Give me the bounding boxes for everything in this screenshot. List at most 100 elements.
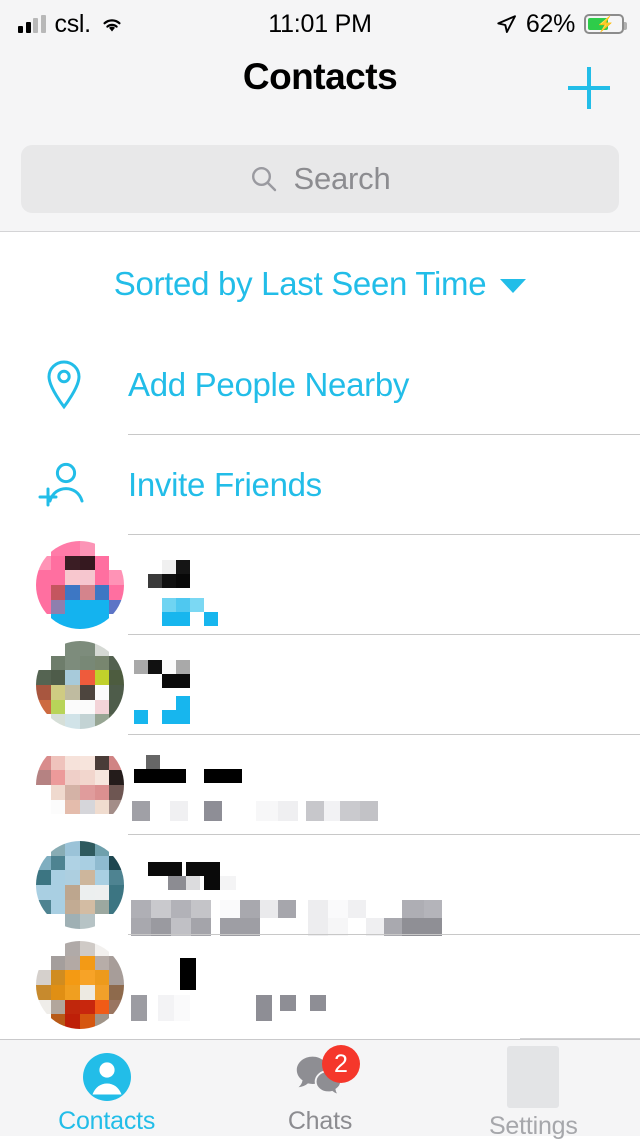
contact-name-redacted: [204, 876, 220, 890]
sort-label: Sorted by Last Seen Time: [113, 265, 487, 302]
page-title: Contacts: [242, 56, 398, 97]
contact-status-redacted: [278, 900, 296, 918]
contact-name-redacted: [204, 862, 220, 876]
chat-bubbles-icon: 2: [294, 1045, 360, 1103]
contact-status-redacted: [162, 612, 176, 626]
contact-status-redacted: [280, 995, 296, 1011]
settings-placeholder-icon: [507, 1046, 560, 1108]
contact-status-redacted: [176, 696, 190, 710]
contact-name-redacted: [162, 674, 176, 688]
contact-name-redacted: [148, 862, 182, 876]
contact-status-redacted: [308, 900, 328, 918]
contact-status-redacted: [176, 710, 190, 724]
avatar: [36, 841, 124, 929]
chats-unread-badge: 2: [321, 1045, 360, 1083]
add-contact-button[interactable]: [563, 62, 615, 114]
chevron-down-icon: [500, 279, 527, 293]
contact-status-redacted: [134, 710, 148, 724]
contact-status-redacted: [191, 900, 211, 918]
contact-name-redacted: [176, 560, 190, 574]
contact-name-redacted: [148, 660, 162, 674]
contact-row[interactable]: [0, 535, 640, 635]
contact-name-redacted: [168, 876, 186, 890]
contact-status-redacted: [204, 612, 218, 626]
contact-name-redacted: [134, 660, 148, 674]
invite-friends-row[interactable]: Invite Friends: [0, 435, 640, 535]
person-circle-icon: [81, 1051, 133, 1103]
contact-name-redacted: [180, 958, 196, 990]
map-pin-icon: [0, 356, 128, 414]
tab-settings-label: Settings: [488, 1112, 578, 1140]
contact-name-redacted: [176, 660, 190, 674]
contact-status-redacted: [176, 612, 190, 626]
tab-contacts[interactable]: Contacts: [0, 1040, 213, 1136]
tab-chats[interactable]: 2 Chats: [213, 1040, 426, 1136]
contact-row[interactable]: [0, 735, 640, 835]
contact-status-redacted: [176, 598, 190, 612]
contact-status-redacted: [256, 801, 278, 821]
add-people-nearby-label: Add People Nearby: [128, 366, 410, 403]
avatar: [36, 641, 124, 729]
contact-status-redacted: [190, 612, 204, 626]
contact-status-redacted: [131, 995, 147, 1021]
status-bar: csl. 11:01 PM 62% ⚡: [0, 0, 640, 48]
clock-label: 11:01 PM: [268, 9, 372, 38]
sort-selector[interactable]: Sorted by Last Seen Time: [0, 233, 640, 335]
contact-status-redacted: [278, 801, 298, 821]
contact-status-redacted: [424, 900, 442, 918]
avatar: [36, 941, 124, 1029]
contact-status-redacted: [256, 995, 272, 1021]
contact-status-redacted: [348, 900, 366, 918]
contact-name-redacted: [176, 674, 190, 688]
contact-status-redacted: [170, 801, 188, 821]
contact-name-redacted: [148, 574, 162, 588]
contact-status-redacted: [240, 900, 260, 918]
contact-status-redacted: [204, 801, 222, 821]
contact-status-redacted: [158, 995, 174, 1021]
contact-status-redacted: [151, 900, 171, 918]
contact-status-redacted: [190, 598, 204, 612]
search-icon: [249, 164, 279, 194]
contact-status-redacted: [340, 801, 360, 821]
contact-status-redacted: [171, 900, 191, 918]
contact-name-redacted: [176, 574, 190, 588]
contact-status-redacted: [260, 900, 278, 918]
battery-icon: ⚡: [584, 14, 627, 34]
contact-row[interactable]: [0, 635, 640, 735]
contact-name-redacted: [186, 876, 200, 890]
tab-chats-label: Chats: [287, 1107, 353, 1135]
battery-percent-label: 62%: [525, 9, 575, 38]
page-header: Contacts Search: [0, 48, 640, 232]
add-person-icon: [0, 456, 128, 514]
avatar: [36, 541, 124, 629]
search-placeholder: Search: [293, 161, 391, 196]
contact-row[interactable]: [0, 835, 640, 936]
contact-name-redacted: [146, 755, 160, 769]
status-bar-right: 62% ⚡: [496, 0, 627, 48]
invite-friends-label: Invite Friends: [128, 466, 322, 503]
contact-status-redacted: [324, 801, 340, 821]
contact-status-redacted: [402, 900, 424, 918]
contact-status-redacted: [220, 900, 240, 918]
avatar: [36, 741, 124, 829]
contact-status-redacted: [132, 801, 150, 821]
contact-status-redacted: [328, 900, 348, 918]
add-people-nearby-row[interactable]: Add People Nearby: [0, 335, 640, 435]
contact-status-redacted: [174, 995, 190, 1021]
search-input[interactable]: Search: [21, 145, 619, 213]
contact-name-redacted: [162, 574, 176, 588]
contact-name-redacted: [148, 560, 162, 574]
contact-status-redacted: [162, 710, 176, 724]
contact-status-redacted: [310, 995, 326, 1011]
charging-bolt-icon: ⚡: [596, 16, 615, 33]
contact-name-redacted: [204, 769, 242, 783]
contact-row[interactable]: [0, 935, 640, 1035]
contact-status-redacted: [360, 801, 378, 821]
contact-name-redacted: [134, 769, 186, 783]
tab-contacts-label: Contacts: [58, 1107, 156, 1135]
location-arrow-icon: [496, 14, 517, 35]
tab-settings[interactable]: Settings: [427, 1040, 640, 1140]
tab-bar: Contacts 2 Chats Settings: [0, 1039, 640, 1140]
contact-name-redacted: [186, 862, 206, 876]
contact-status-redacted: [162, 598, 176, 612]
